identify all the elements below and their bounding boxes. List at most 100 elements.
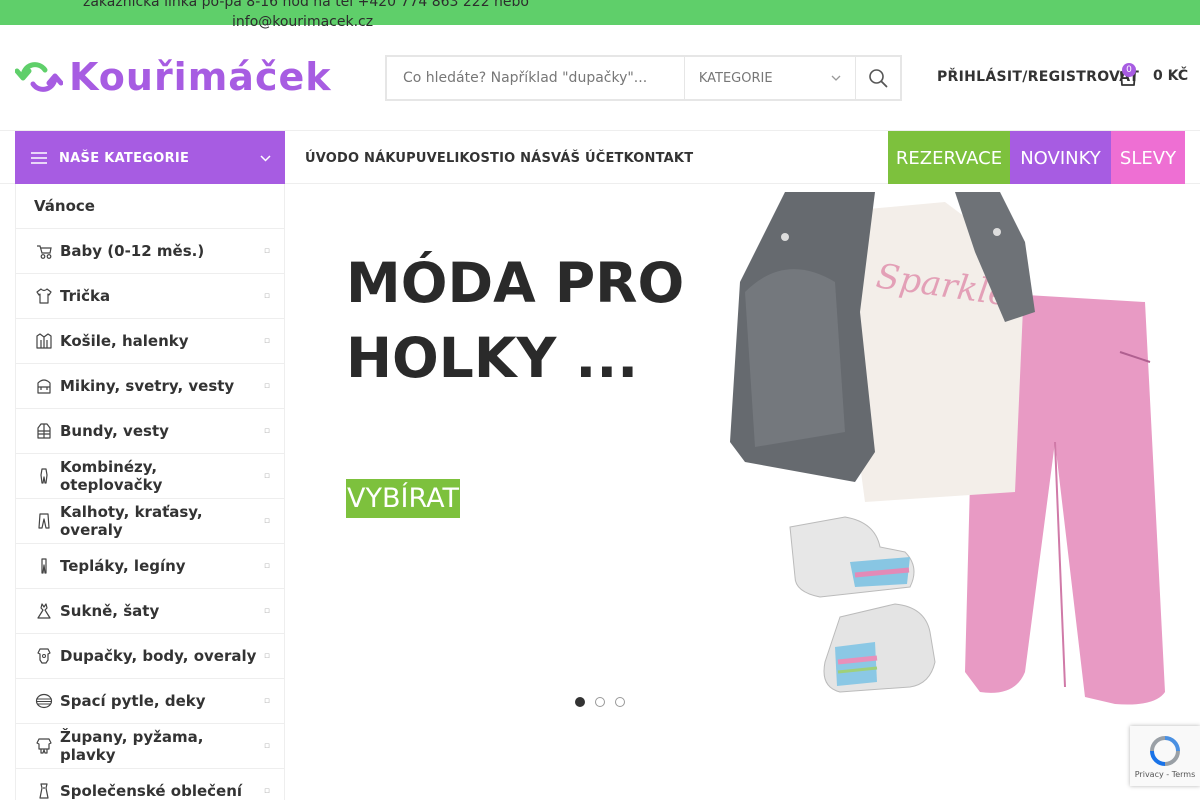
top-info-bar: zákaznická linka po-pá 8-16 hod na tel +… — [0, 0, 1200, 30]
categories-toggle[interactable]: NAŠE KATEGORIE — [15, 131, 285, 185]
tshirt-icon — [34, 286, 54, 306]
chevron-right-icon: ▫ — [263, 696, 270, 706]
sidebar-item-label: Bundy, vesty — [60, 422, 169, 440]
site-logo[interactable]: Kouřimáček — [15, 55, 332, 99]
recaptcha-text[interactable]: Privacy - Terms — [1135, 770, 1196, 779]
category-select-label: KATEGORIE — [698, 70, 773, 86]
sidebar-item-dresses[interactable]: Sukně, šaty ▫ — [16, 589, 284, 634]
hero-product-image: Sparkle — [730, 192, 1165, 705]
recaptcha-badge[interactable]: Privacy - Terms — [1130, 726, 1200, 786]
hero-title-line1: MÓDA PRO — [346, 251, 685, 315]
main-menu: ÚVOD O NÁKUPU VELIKOSTI O NÁS VÁŠ ÚČET K… — [305, 131, 693, 185]
sidebar-item-sleeping-bags[interactable]: Spací pytle, deky ▫ — [16, 679, 284, 724]
sidebar-item-baby[interactable]: Baby (0-12 měs.) ▫ — [16, 229, 284, 274]
sweater-icon — [34, 376, 54, 396]
formal-icon — [34, 781, 54, 800]
search-button[interactable] — [855, 57, 900, 99]
slider-dot-3[interactable] — [615, 697, 625, 707]
chevron-right-icon: ▫ — [263, 516, 270, 526]
slider-pagination — [575, 697, 625, 707]
nav-link-account[interactable]: VÁŠ ÚČET — [551, 151, 624, 166]
sidebar-item-christmas[interactable]: Vánoce — [16, 184, 284, 229]
pants-icon — [34, 511, 54, 531]
hamburger-icon — [31, 152, 47, 164]
hero-title: MÓDA PRO HOLKY ... — [346, 246, 684, 396]
sidebar-item-formal[interactable]: Společenské oblečení ▫ — [16, 769, 284, 800]
nav-link-home[interactable]: ÚVOD — [305, 151, 348, 166]
blanket-icon — [34, 691, 54, 711]
logo-icon — [15, 62, 63, 92]
sidebar-item-pajamas[interactable]: Župany, pyžama, plavky ▫ — [16, 724, 284, 769]
jacket-icon — [34, 421, 54, 441]
search-input[interactable] — [387, 57, 684, 99]
categories-toggle-label: NAŠE KATEGORIE — [59, 150, 190, 166]
sidebar-item-jackets[interactable]: Bundy, vesty ▫ — [16, 409, 284, 454]
sidebar-item-shirts[interactable]: Košile, halenky ▫ — [16, 319, 284, 364]
chevron-right-icon: ▫ — [263, 561, 270, 571]
sidebar-item-label: Košile, halenky — [60, 332, 189, 350]
chevron-right-icon: ▫ — [263, 651, 270, 661]
sidebar-item-label: Sukně, šaty — [60, 602, 160, 620]
sidebar-item-label: Vánoce — [34, 197, 95, 215]
sidebar-item-label: Baby (0-12 měs.) — [60, 242, 205, 260]
bodysuit-icon — [34, 646, 54, 666]
search-bar: KATEGORIE — [385, 55, 902, 101]
chevron-right-icon: ▫ — [263, 606, 270, 616]
nav-link-about-us[interactable]: O NÁS — [504, 151, 551, 166]
stroller-icon — [34, 241, 54, 261]
cart-total: 0 KČ — [1153, 68, 1189, 84]
slider-dot-1[interactable] — [575, 697, 585, 707]
nav-link-sizes[interactable]: VELIKOSTI — [427, 151, 504, 166]
snowsuit-icon — [34, 466, 54, 486]
cart-count-badge: 0 — [1122, 63, 1136, 77]
sidebar-item-label: Spací pytle, deky — [60, 692, 206, 710]
sidebar-item-snowsuits[interactable]: Kombinézy, oteplovačky ▫ — [16, 454, 284, 499]
chevron-down-icon — [831, 75, 841, 81]
pajamas-icon — [34, 736, 54, 756]
leggings-icon — [34, 556, 54, 576]
sidebar-item-sweaters[interactable]: Mikiny, svetry, vesty ▫ — [16, 364, 284, 409]
chevron-right-icon: ▫ — [263, 291, 270, 301]
sale-button[interactable]: SLEVY — [1111, 131, 1185, 185]
chevron-right-icon: ▫ — [263, 786, 270, 796]
category-select[interactable]: KATEGORIE — [683, 57, 855, 99]
nav-link-contact[interactable]: KONTAKT — [624, 151, 694, 166]
hero-shop-button[interactable]: VYBÍRAT — [346, 479, 460, 518]
reservations-button[interactable]: REZERVACE — [888, 131, 1010, 185]
chevron-down-icon — [260, 154, 271, 162]
sidebar-item-leggings[interactable]: Tepláky, legíny ▫ — [16, 544, 284, 589]
nav-link-about-shopping[interactable]: O NÁKUPU — [348, 151, 427, 166]
chevron-right-icon: ▫ — [263, 246, 270, 256]
chevron-right-icon: ▫ — [263, 336, 270, 346]
sidebar-item-label: Kombinézy, oteplovačky — [60, 458, 163, 494]
cart-button[interactable]: 0 0 KČ — [1117, 63, 1189, 87]
login-register-link[interactable]: PŘIHLÁSIT/REGISTROVAT — [937, 69, 1139, 85]
contact-email[interactable]: info@kourimacek.cz — [232, 14, 373, 30]
chevron-right-icon: ▫ — [263, 741, 270, 751]
sidebar-item-label: Společenské oblečení — [60, 782, 243, 800]
shirt-icon — [34, 331, 54, 351]
search-icon — [869, 69, 888, 88]
sidebar-item-pants[interactable]: Kalhoty, kraťasy, overaly ▫ — [16, 499, 284, 544]
site-header: Kouřimáček KATEGORIE PŘIHLÁSIT/REGISTROV… — [0, 25, 1200, 130]
logo-text: Kouřimáček — [69, 55, 332, 99]
sidebar-item-label: Kalhoty, kraťasy, overaly — [60, 503, 203, 539]
sidebar-item-label: Dupačky, body, overaly — [60, 647, 257, 665]
chevron-right-icon: ▫ — [263, 426, 270, 436]
news-button[interactable]: NOVINKY — [1010, 131, 1111, 185]
sidebar-item-label: Trička — [60, 287, 111, 305]
hero-slider: MÓDA PRO HOLKY ... VYBÍRAT Sparkle — [285, 184, 1200, 724]
slider-dot-2[interactable] — [595, 697, 605, 707]
sidebar-item-tshirts[interactable]: Trička ▫ — [16, 274, 284, 319]
sidebar-item-bodysuits[interactable]: Dupačky, body, overaly ▫ — [16, 634, 284, 679]
sidebar-item-label: Župany, pyžama, plavky — [60, 728, 204, 764]
chevron-right-icon: ▫ — [263, 381, 270, 391]
sidebar-item-label: Mikiny, svetry, vesty — [60, 377, 235, 395]
main-navigation-bar: NAŠE KATEGORIE ÚVOD O NÁKUPU VELIKOSTI O… — [0, 130, 1200, 185]
category-sidebar: Vánoce Baby (0-12 měs.) ▫ Trička ▫ Košil… — [15, 184, 285, 800]
recaptcha-icon — [1150, 735, 1180, 766]
hero-title-line2: HOLKY ... — [346, 326, 639, 390]
chevron-right-icon: ▫ — [263, 471, 270, 481]
sidebar-item-label: Tepláky, legíny — [60, 557, 186, 575]
dress-icon — [34, 601, 54, 621]
